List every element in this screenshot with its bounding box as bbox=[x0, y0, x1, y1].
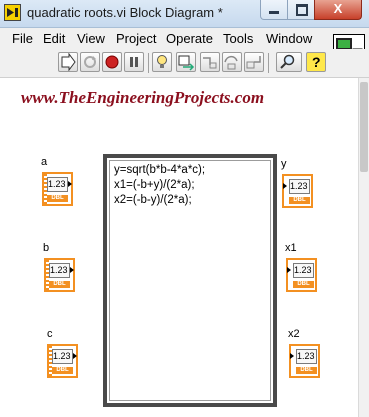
output-arrow-icon bbox=[68, 181, 72, 187]
run-arrow-icon bbox=[61, 52, 76, 72]
control-label-c: c bbox=[47, 328, 53, 340]
indicator-label-x1: x1 bbox=[285, 242, 297, 254]
step-into-icon bbox=[203, 57, 217, 69]
svg-text:?: ? bbox=[312, 54, 321, 70]
toolbar-divider bbox=[148, 53, 149, 73]
scrollbar-thumb[interactable] bbox=[360, 82, 368, 172]
retain-wire-values-icon bbox=[178, 55, 195, 71]
pause-icon bbox=[130, 57, 138, 67]
step-over-icon bbox=[224, 55, 238, 70]
minimize-icon bbox=[269, 11, 279, 14]
type-tag: DBL bbox=[293, 281, 314, 288]
numeric-value: 1.23 bbox=[49, 263, 70, 278]
type-tag: DBL bbox=[52, 367, 73, 374]
menu-window[interactable]: Window bbox=[266, 31, 312, 46]
step-over-button[interactable] bbox=[222, 52, 242, 72]
menu-edit[interactable]: Edit bbox=[43, 31, 65, 46]
highlight-execution-button[interactable] bbox=[152, 52, 172, 72]
indicator-terminal-x1[interactable]: 1.23 DBL bbox=[286, 258, 317, 292]
indicator-terminal-x2[interactable]: 1.23 DBL bbox=[289, 344, 320, 378]
close-button[interactable]: X bbox=[314, 0, 362, 20]
indicator-label-y: y bbox=[281, 158, 287, 170]
type-tag: DBL bbox=[289, 197, 310, 204]
numeric-value: 1.23 bbox=[52, 349, 73, 364]
menu-file[interactable]: File bbox=[12, 31, 33, 46]
run-continuous-button[interactable] bbox=[80, 52, 100, 72]
input-arrow-icon bbox=[283, 183, 287, 189]
type-tag: DBL bbox=[296, 367, 317, 374]
abort-button[interactable] bbox=[102, 52, 122, 72]
retain-wire-values-button[interactable] bbox=[176, 52, 196, 72]
labview-app-icon[interactable] bbox=[4, 4, 21, 21]
toolbar: ? bbox=[0, 49, 369, 78]
type-tag: DBL bbox=[49, 281, 70, 288]
input-arrow-icon bbox=[287, 267, 291, 273]
numeric-value: 1.23 bbox=[47, 177, 68, 192]
search-icon bbox=[280, 54, 295, 69]
help-icon: ? bbox=[312, 54, 321, 70]
menu-bar: File Edit View Project Operate Tools Win… bbox=[0, 28, 369, 49]
formula-node[interactable]: y=sqrt(b*b-4*a*c); x1=(-b+y)/(2*a); x2=(… bbox=[103, 154, 277, 407]
toolbar-divider bbox=[268, 53, 269, 73]
highlight-execution-icon bbox=[157, 55, 167, 68]
numeric-value: 1.23 bbox=[293, 263, 314, 278]
output-arrow-icon bbox=[73, 353, 77, 359]
control-label-a: a bbox=[41, 156, 48, 168]
step-into-button[interactable] bbox=[200, 52, 220, 72]
output-arrow-icon bbox=[70, 267, 74, 273]
control-terminal-b[interactable]: 1.23 DBL bbox=[44, 258, 75, 292]
window-title: quadratic roots.vi Block Diagram * bbox=[27, 5, 223, 20]
indicator-label-x2: x2 bbox=[288, 328, 300, 340]
watermark-url: www.TheEngineeringProjects.com bbox=[21, 88, 265, 107]
control-terminal-c[interactable]: 1.23 DBL bbox=[47, 344, 78, 378]
control-terminal-a[interactable]: 1.23 DBL bbox=[42, 172, 73, 206]
pause-button[interactable] bbox=[124, 52, 144, 72]
formula-node-code[interactable]: y=sqrt(b*b-4*a*c); x1=(-b+y)/(2*a); x2=(… bbox=[114, 163, 205, 208]
control-label-b: b bbox=[43, 242, 50, 254]
abort-icon bbox=[105, 55, 119, 69]
maximize-button[interactable] bbox=[287, 0, 315, 20]
menu-operate[interactable]: Operate bbox=[166, 31, 213, 46]
input-arrow-icon bbox=[290, 353, 294, 359]
title-bar: quadratic roots.vi Block Diagram * X bbox=[0, 0, 369, 28]
menu-project[interactable]: Project bbox=[116, 31, 156, 46]
help-button[interactable]: ? bbox=[306, 52, 326, 72]
numeric-value: 1.23 bbox=[296, 349, 317, 364]
minimize-button[interactable] bbox=[260, 0, 288, 20]
run-button[interactable] bbox=[58, 52, 78, 72]
step-out-button[interactable] bbox=[244, 52, 264, 72]
step-out-icon bbox=[246, 56, 261, 69]
run-continuous-icon bbox=[84, 56, 96, 68]
numeric-value: 1.23 bbox=[289, 179, 310, 194]
maximize-icon bbox=[296, 4, 308, 16]
vertical-scrollbar[interactable] bbox=[358, 78, 369, 417]
type-tag: DBL bbox=[47, 195, 68, 202]
search-button[interactable] bbox=[276, 52, 302, 72]
indicator-terminal-y[interactable]: 1.23 DBL bbox=[282, 174, 313, 208]
menu-view[interactable]: View bbox=[77, 31, 105, 46]
menu-tools[interactable]: Tools bbox=[223, 31, 253, 46]
